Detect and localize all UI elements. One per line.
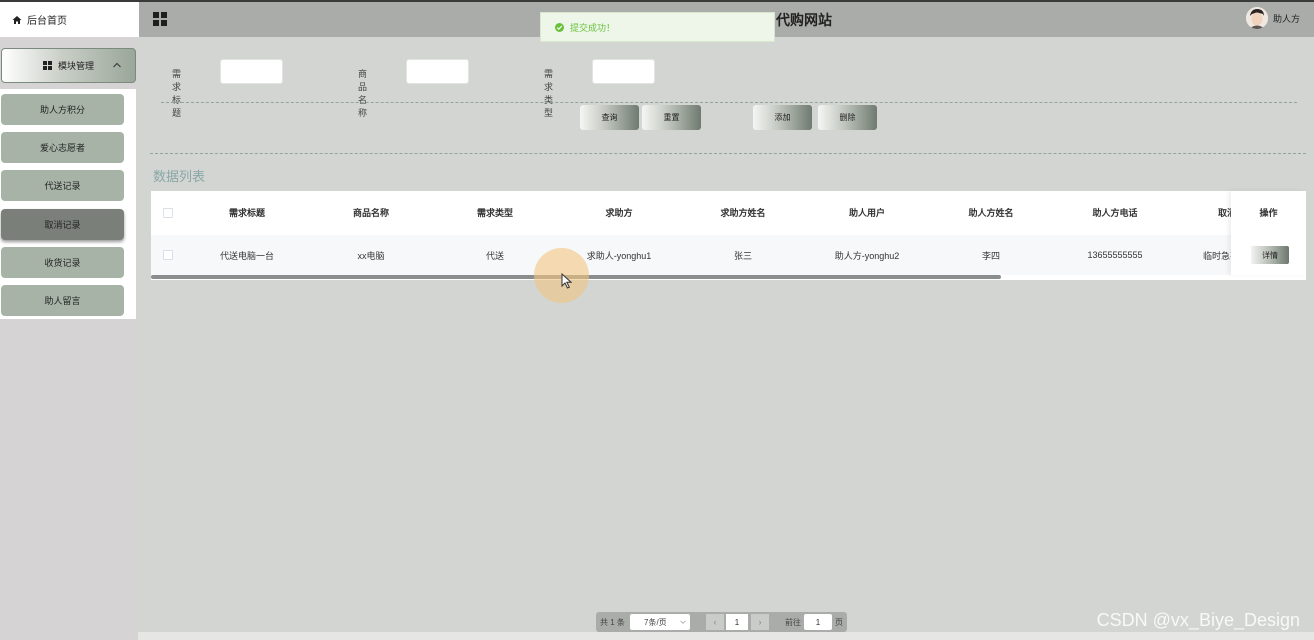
sidebar-item-label: 助人留言 [44, 296, 81, 306]
site-title: 代购网站 [776, 12, 832, 28]
check-circle-icon [555, 22, 564, 32]
home-icon [12, 15, 22, 24]
column-header: 助人用户 [848, 208, 885, 218]
select-all-checkbox[interactable] [163, 207, 173, 218]
column-header: 助人方姓名 [968, 208, 1014, 218]
column-header: 助人方电话 [1092, 208, 1138, 218]
search-input-product[interactable] [406, 59, 469, 84]
home-label: 后台首页 [27, 16, 67, 27]
table-cell: 代送电脑一台 [219, 250, 274, 261]
table-cell: 李四 [981, 250, 1000, 261]
table-header: 需求标题 商品名称 需求类型 求助方 求助方姓名 助人用户 助人方姓名 助人方电… [151, 191, 1236, 234]
menu-group-label: 模块管理 [57, 61, 94, 71]
mouse-cursor-icon [561, 273, 572, 289]
sidebar-item-delivery-records[interactable]: 代送记录 [1, 170, 124, 201]
grid-menu-icon[interactable] [153, 12, 167, 26]
page-size-value: 7条/页 [644, 617, 667, 627]
operation-column: 操作 详情 [1231, 191, 1306, 275]
avatar[interactable] [1245, 7, 1268, 29]
column-header-operation: 操作 [1259, 208, 1278, 218]
next-page-button[interactable]: › [751, 614, 769, 630]
page-size-select[interactable]: 7条/页 [630, 614, 690, 630]
home-link[interactable]: 后台首页 [0, 2, 139, 37]
sidebar-item-label: 收货记录 [44, 258, 81, 268]
sidebar-item-receipt-records[interactable]: 收货记录 [1, 247, 124, 278]
sidebar-item-cancel-records[interactable]: 取消记录 [1, 209, 124, 240]
list-title: 数据列表 [153, 169, 206, 184]
success-toast: 提交成功！ [540, 12, 775, 42]
prev-page-button[interactable]: ‹ [706, 614, 724, 630]
row-checkbox[interactable] [163, 250, 173, 260]
search-label-type: 需求类型 [544, 69, 554, 118]
search-label-title: 需求标题 [172, 69, 182, 118]
column-header: 需求标题 [228, 208, 265, 218]
sidebar-item-label: 爱心志愿者 [39, 143, 85, 153]
sidebar-item-helper-points[interactable]: 助人方积分 [1, 94, 124, 125]
goto-label: 前往 [785, 618, 801, 627]
table-cell: 张三 [733, 250, 752, 261]
divider [150, 153, 1306, 154]
pagination: 共 1 条 7条/页 ‹ 1 › 前往 1 页 [596, 612, 847, 632]
table-cell: 临时急事 [1203, 250, 1231, 261]
column-header: 需求类型 [476, 208, 513, 218]
select-all-checkbox-cell[interactable] [151, 191, 185, 234]
user-area[interactable]: 助人方 [1245, 7, 1300, 29]
reset-button[interactable]: 重置 [642, 105, 701, 130]
goto-page-input[interactable]: 1 [804, 614, 832, 630]
sidebar-item-label: 代送记录 [44, 181, 81, 191]
menu-group-module-management[interactable]: 模块管理 [1, 48, 136, 83]
search-input-title[interactable] [220, 59, 283, 84]
sidebar-item-helper-messages[interactable]: 助人留言 [1, 285, 124, 316]
bottom-strip [138, 632, 1314, 640]
query-button[interactable]: 查询 [580, 105, 639, 130]
grid-icon [42, 61, 52, 70]
sidebar-item-volunteers[interactable]: 爱心志愿者 [1, 132, 124, 163]
avatar-icon [1245, 7, 1268, 29]
sidebar: 模块管理 助人方积分 爱心志愿者 代送记录 取消记录 收货记录 助人留言 [0, 37, 138, 640]
pagination-total: 共 1 条 [600, 618, 625, 627]
add-button[interactable]: 添加 [753, 105, 812, 130]
toast-message: 提交成功！ [570, 22, 616, 33]
column-header: 求助方姓名 [720, 208, 766, 218]
page-number-current[interactable]: 1 [726, 614, 748, 630]
delete-button[interactable]: 删除 [818, 105, 877, 130]
search-input-type[interactable] [592, 59, 655, 84]
chevron-up-icon [113, 62, 121, 68]
divider [161, 102, 1297, 103]
table-cell: 助人方-yonghu2 [834, 250, 900, 261]
search-label-product: 商品名称 [358, 69, 368, 118]
column-header: 商品名称 [352, 208, 389, 218]
table-cell: xx电脑 [357, 250, 385, 261]
detail-button[interactable]: 详情 [1251, 246, 1289, 264]
sidebar-item-label: 助人方积分 [39, 105, 85, 115]
column-header: 求助方 [605, 208, 633, 218]
table-cell: 13655555555 [1087, 250, 1143, 260]
sidebar-item-label: 取消记录 [44, 220, 81, 230]
page-suffix: 页 [835, 618, 843, 627]
chevron-down-icon [680, 620, 686, 624]
data-table: 需求标题 商品名称 需求类型 求助方 求助方姓名 助人用户 助人方姓名 助人方电… [151, 191, 1306, 280]
table-row[interactable]: 代送电脑一台 xx电脑 代送 求助人-yonghu1 张三 助人方-yonghu… [151, 235, 1231, 275]
user-name: 助人方 [1272, 13, 1300, 24]
watermark: CSDN @vx_Biye_Design [1096, 610, 1300, 630]
submenu: 助人方积分 爱心志愿者 代送记录 取消记录 收货记录 助人留言 [0, 89, 136, 319]
row-checkbox-cell[interactable] [151, 235, 185, 275]
